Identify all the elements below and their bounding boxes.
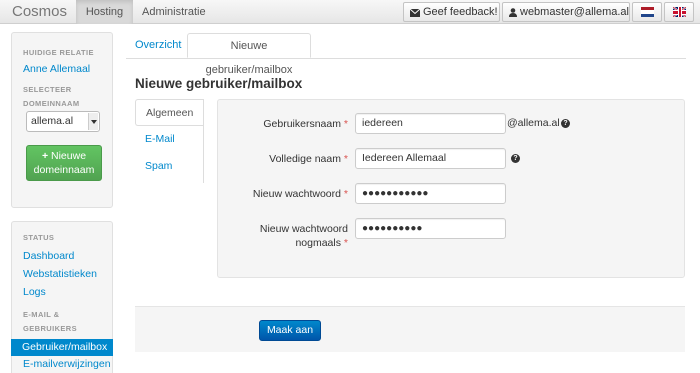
user-menu-button[interactable]: webmaster@allema.al bbox=[502, 2, 642, 22]
password-label: Nieuw wachtwoord * bbox=[218, 187, 348, 201]
fullname-label: Volledige naam * bbox=[218, 152, 348, 166]
sidebar-nav-panel: STATUS Dashboard Webstatistieken Logs E-… bbox=[11, 221, 113, 373]
sidebar-item-webstatistieken[interactable]: Webstatistieken bbox=[23, 268, 97, 280]
relation-name-link[interactable]: Anne Allemaal bbox=[23, 63, 90, 75]
new-domain-label-1: Nieuwe bbox=[51, 150, 87, 162]
password-repeat-label: Nieuw wachtwoord nogmaals * bbox=[218, 222, 348, 250]
vtab-email[interactable]: E-Mail bbox=[135, 126, 204, 153]
required-marker: * bbox=[343, 118, 348, 130]
tabs-divider bbox=[126, 58, 686, 59]
create-button[interactable]: Maak aan bbox=[259, 320, 321, 341]
language-en-button[interactable] bbox=[664, 2, 694, 22]
feedback-label: Geef feedback! bbox=[423, 6, 498, 18]
tab-nieuwe-gebruiker[interactable]: Nieuwe gebruiker/mailbox bbox=[187, 33, 311, 76]
domain-select-value: allema.al bbox=[31, 115, 74, 127]
email-users-label-line1: E-MAIL & bbox=[23, 310, 60, 319]
vtab-algemeen[interactable]: Algemeen bbox=[135, 99, 204, 126]
form-actions: Maak aan bbox=[135, 306, 685, 352]
user-icon bbox=[509, 8, 517, 17]
required-marker: * bbox=[343, 188, 348, 200]
fullname-input[interactable]: Iedereen Allemaal bbox=[355, 148, 506, 169]
new-domain-button[interactable]: + Nieuwe domeinnaam bbox=[26, 145, 102, 181]
language-nl-button[interactable] bbox=[632, 2, 662, 22]
envelope-icon bbox=[410, 9, 420, 17]
sidebar-relation-panel: HUIDIGE RELATIE Anne Allemaal SELECTEER … bbox=[11, 32, 113, 208]
password-label-text: Nieuw wachtwoord bbox=[252, 188, 341, 200]
password-repeat-input[interactable]: ●●●●●●●●●● bbox=[355, 218, 506, 239]
status-label: STATUS bbox=[23, 233, 55, 242]
vtab-spam[interactable]: Spam bbox=[135, 153, 204, 180]
domain-label-line1: SELECTEER bbox=[23, 85, 72, 94]
feedback-button[interactable]: Geef feedback! bbox=[403, 2, 500, 22]
page-title: Nieuwe gebruiker/mailbox bbox=[135, 76, 303, 91]
password-input[interactable]: ●●●●●●●●●●● bbox=[355, 183, 506, 204]
nav-hosting[interactable]: Hosting bbox=[76, 0, 133, 24]
help-icon[interactable]: ? bbox=[561, 119, 570, 128]
domain-label-line2: DOMEINNAAM bbox=[23, 99, 80, 108]
user-label: webmaster@allema.al bbox=[520, 6, 629, 18]
tab-overzicht[interactable]: Overzicht bbox=[126, 33, 190, 58]
select-arrow-icon bbox=[88, 113, 98, 130]
email-users-label-line2: GEBRUIKERS bbox=[23, 324, 78, 333]
password-repeat-label-line1: Nieuw wachtwoord bbox=[259, 223, 348, 235]
brand-logo[interactable]: Cosmos bbox=[12, 3, 67, 20]
plus-icon: + bbox=[41, 150, 49, 162]
sidebar-item-logs[interactable]: Logs bbox=[23, 286, 46, 298]
username-label-text: Gebruikersnaam bbox=[263, 118, 341, 130]
user-form: Gebruikersnaam * iedereen @allema.al ? V… bbox=[217, 99, 685, 278]
new-domain-label-2: domeinnaam bbox=[33, 164, 95, 176]
domain-select[interactable]: allema.al bbox=[26, 111, 100, 132]
relation-label: HUIDIGE RELATIE bbox=[23, 48, 94, 57]
required-marker: * bbox=[343, 153, 348, 165]
nav-administratie[interactable]: Administratie bbox=[133, 0, 215, 24]
required-marker: * bbox=[343, 237, 348, 249]
vtab-divider bbox=[203, 99, 204, 183]
domain-suffix: @allema.al bbox=[507, 117, 560, 129]
sidebar-item-gebruiker-mailbox[interactable]: Gebruiker/mailbox bbox=[11, 339, 113, 356]
uk-flag-icon bbox=[673, 7, 686, 17]
username-input[interactable]: iedereen bbox=[355, 113, 506, 134]
netherlands-flag-icon bbox=[641, 7, 654, 17]
help-icon[interactable]: ? bbox=[511, 154, 520, 163]
password-repeat-label-line2: nogmaals bbox=[295, 237, 341, 249]
username-label: Gebruikersnaam * bbox=[218, 117, 348, 131]
top-navbar: Cosmos Hosting Administratie Geef feedba… bbox=[0, 0, 700, 24]
sidebar-item-dashboard[interactable]: Dashboard bbox=[23, 250, 74, 262]
sidebar-item-emailverwijzingen[interactable]: E-mailverwijzingen bbox=[23, 358, 111, 370]
fullname-label-text: Volledige naam bbox=[269, 153, 341, 165]
